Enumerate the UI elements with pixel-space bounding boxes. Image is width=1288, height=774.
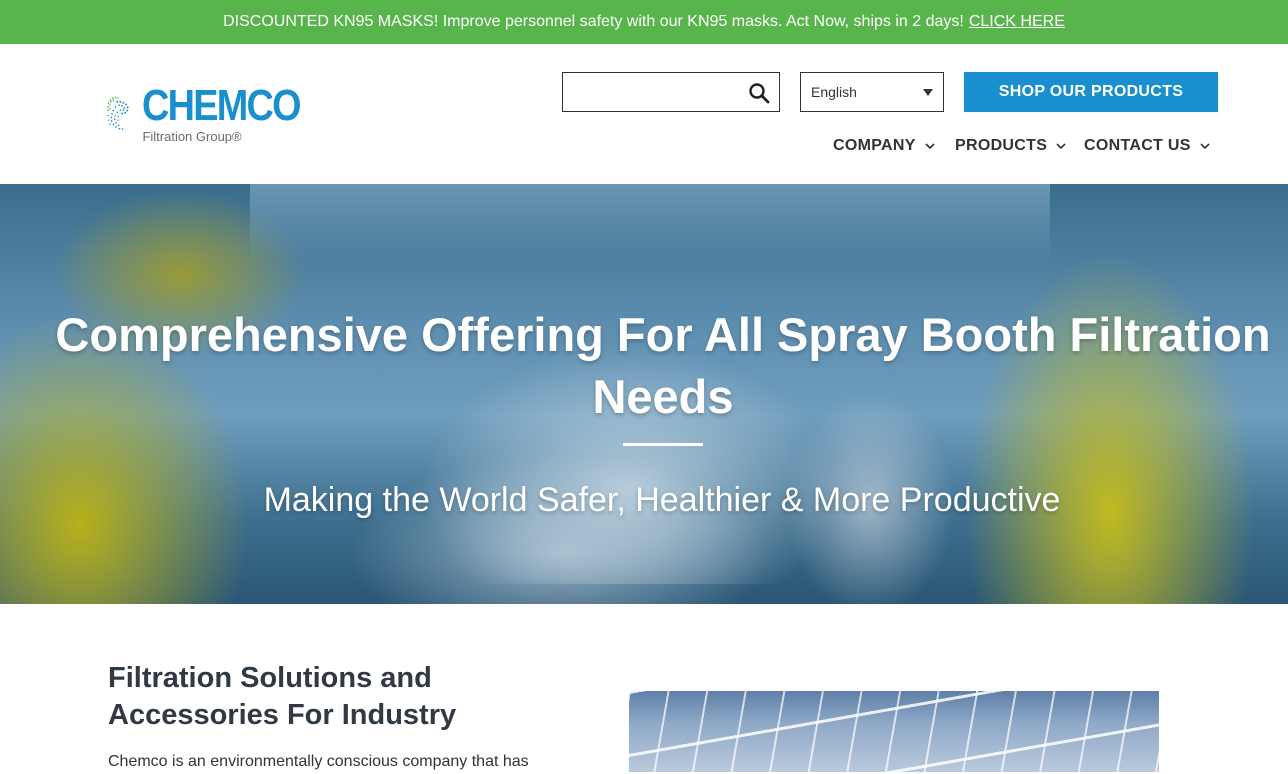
nav-item-products[interactable]: PRODUCTS [955, 134, 1067, 158]
search-icon[interactable] [748, 82, 770, 104]
shop-products-button[interactable]: SHOP OUR PRODUCTS [964, 72, 1218, 112]
chemco-logo-icon [106, 96, 129, 131]
image-grid-pattern [629, 691, 1159, 772]
announcement-text: DISCOUNTED KN95 MASKS! Improve personnel… [223, 13, 964, 30]
chevron-down-icon [1056, 143, 1066, 150]
logo-subtitle: Filtration Group® [142, 129, 242, 144]
logo[interactable]: CHEMCO Filtration Group® [106, 72, 326, 156]
nav-item-company[interactable]: COMPANY [833, 134, 936, 158]
nav-label: COMPANY [833, 137, 916, 154]
hero-subtitle: Making the World Safer, Healthier & More… [263, 481, 1061, 519]
hero-divider [623, 443, 703, 446]
chevron-down-icon [925, 143, 935, 150]
caret-down-icon [923, 89, 933, 96]
nav-label: CONTACT US [1084, 137, 1191, 154]
logo-name: CHEMCO [142, 81, 302, 130]
chevron-down-icon [1200, 143, 1210, 150]
search-input[interactable] [563, 73, 743, 111]
nav-item-contact-us[interactable]: CONTACT US [1084, 134, 1211, 158]
spray-booth-ceiling-image [629, 691, 1159, 772]
section-text: Chemco is an environmentally conscious c… [108, 753, 529, 770]
logo-text: CHEMCO Filtration Group® [142, 81, 326, 145]
hero-title: Comprehensive Offering For All Spray Boo… [55, 308, 1271, 423]
nav-label: PRODUCTS [955, 137, 1048, 154]
hero-banner: Comprehensive Offering For All Spray Boo… [0, 184, 1288, 604]
language-select[interactable]: English [800, 72, 944, 112]
hero-background-ceiling [250, 184, 1050, 264]
search-box [562, 72, 780, 112]
announcement-link[interactable]: CLICK HERE [969, 13, 1065, 31]
announcement-bar: DISCOUNTED KN95 MASKS! Improve personnel… [0, 0, 1288, 44]
site-header: CHEMCO Filtration Group® English SHOP OU… [0, 44, 1288, 184]
language-selected: English [811, 84, 857, 100]
section-title: Filtration Solutions and Accessories For… [108, 662, 457, 731]
